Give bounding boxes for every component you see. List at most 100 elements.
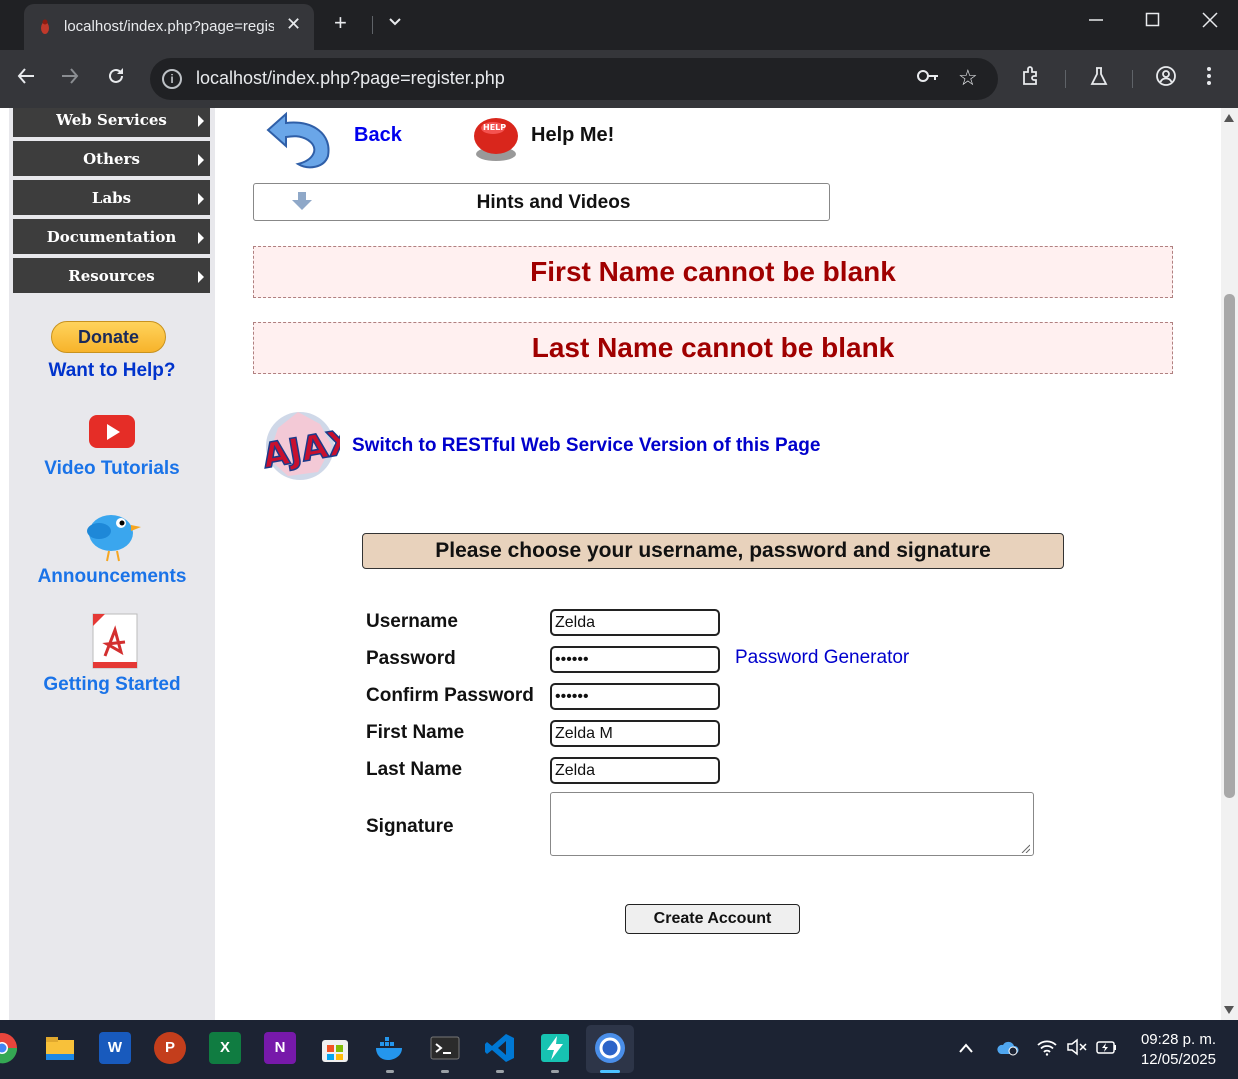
- windows-taskbar: W P X N 09:28 p. m. 12/05/2025: [0, 1020, 1238, 1079]
- menu-item-label: Others: [83, 150, 140, 168]
- excel-icon[interactable]: X: [209, 1032, 241, 1064]
- app-running-indicator: [551, 1070, 559, 1073]
- tab-title: localhost/index.php?page=register.php: [64, 18, 274, 35]
- extensions-puzzle-icon[interactable]: [1020, 65, 1042, 93]
- pdf-document-icon[interactable]: [85, 612, 141, 672]
- svg-text:HELP: HELP: [483, 123, 506, 132]
- battery-charging-icon[interactable]: [1096, 1038, 1118, 1061]
- menu-item-resources[interactable]: Resources: [13, 258, 210, 295]
- wifi-icon[interactable]: [1036, 1038, 1058, 1061]
- scroll-up-arrow-icon[interactable]: [1224, 114, 1234, 122]
- thunder-app-icon[interactable]: [539, 1032, 571, 1064]
- bookmark-star-icon[interactable]: ☆: [958, 65, 978, 91]
- browser-tab[interactable]: localhost/index.php?page=register.php ✕: [24, 4, 314, 50]
- restful-version-link[interactable]: Switch to RESTful Web Service Version of…: [352, 435, 820, 457]
- sidebar: Web Services Others Labs Documentation R…: [9, 108, 215, 1020]
- app-running-indicator: [441, 1070, 449, 1073]
- new-tab-icon[interactable]: +: [334, 10, 347, 36]
- clock-date: 12/05/2025: [1140, 1051, 1216, 1068]
- maximize-icon[interactable]: [1145, 12, 1161, 33]
- tab-close-icon[interactable]: ✕: [286, 14, 301, 35]
- scroll-thumb[interactable]: [1224, 294, 1235, 798]
- help-me-link[interactable]: Help Me!: [531, 124, 614, 147]
- getting-started-link[interactable]: Getting Started: [9, 674, 215, 696]
- volume-muted-icon[interactable]: [1066, 1038, 1088, 1061]
- minimize-icon[interactable]: [1088, 12, 1104, 33]
- onedrive-cloud-icon[interactable]: [996, 1038, 1020, 1061]
- toolbar-separator: [1065, 70, 1066, 88]
- signature-textarea[interactable]: [550, 792, 1034, 856]
- system-clock[interactable]: 09:28 p. m. 12/05/2025: [1130, 1030, 1216, 1070]
- tab-search-chevron-icon[interactable]: [388, 14, 402, 30]
- onenote-icon[interactable]: N: [264, 1032, 296, 1064]
- forward-arrow-icon[interactable]: [60, 66, 80, 92]
- page-viewport: Web Services Others Labs Documentation R…: [0, 108, 1221, 1020]
- address-bar[interactable]: i localhost/index.php?page=register.php …: [150, 58, 998, 100]
- create-account-button[interactable]: Create Account: [625, 904, 800, 934]
- profile-avatar-icon[interactable]: [1155, 65, 1177, 93]
- error-last-name: Last Name cannot be blank: [253, 322, 1173, 374]
- app-running-indicator: [496, 1070, 504, 1073]
- reload-icon[interactable]: [106, 66, 126, 92]
- video-tutorials-link[interactable]: Video Tutorials: [9, 458, 215, 480]
- clock-time: 09:28 p. m.: [1140, 1031, 1216, 1048]
- first-name-label: First Name: [366, 722, 465, 743]
- donate-button[interactable]: Donate: [51, 321, 166, 353]
- help-button-icon[interactable]: HELP: [469, 110, 523, 164]
- menu-arrow-icon: [198, 271, 204, 283]
- hints-and-videos-toggle[interactable]: Hints and Videos: [253, 183, 830, 221]
- scroll-down-arrow-icon[interactable]: [1224, 1006, 1234, 1014]
- window-close-icon[interactable]: [1202, 12, 1218, 33]
- terminal-icon[interactable]: [429, 1032, 461, 1064]
- menu-arrow-icon: [198, 154, 204, 166]
- powerpoint-icon[interactable]: P: [154, 1032, 186, 1064]
- resize-grip-icon[interactable]: [1020, 843, 1030, 853]
- toolbar-separator-2: [1132, 70, 1133, 88]
- browser-menu-icon[interactable]: [1206, 65, 1212, 93]
- word-icon[interactable]: W: [99, 1032, 131, 1064]
- site-info-icon[interactable]: i: [162, 69, 182, 89]
- page-scrollbar[interactable]: [1221, 108, 1238, 1020]
- twitter-bird-icon[interactable]: [81, 503, 143, 565]
- tab-separator: [372, 16, 373, 34]
- hints-label: Hints and Videos: [476, 192, 631, 213]
- username-input[interactable]: [550, 609, 720, 636]
- menu-item-others[interactable]: Others: [13, 141, 210, 178]
- app-active-indicator: [600, 1070, 620, 1073]
- store-icon[interactable]: [319, 1032, 351, 1064]
- menu-item-documentation[interactable]: Documentation: [13, 219, 210, 256]
- last-name-input[interactable]: [550, 757, 720, 784]
- labs-flask-icon[interactable]: [1088, 65, 1110, 93]
- back-arrow-image-icon[interactable]: [258, 108, 338, 170]
- app-running-indicator: [386, 1070, 394, 1073]
- username-label: Username: [366, 611, 458, 632]
- menu-arrow-icon: [198, 115, 204, 127]
- ajax-logo-icon[interactable]: AJAX: [258, 408, 340, 482]
- menu-item-label: Resources: [68, 267, 155, 285]
- menu-item-labs[interactable]: Labs: [13, 180, 210, 217]
- menu-item-label: Labs: [91, 189, 132, 207]
- chrome-icon[interactable]: [0, 1032, 18, 1064]
- announcements-link[interactable]: Announcements: [9, 566, 215, 588]
- confirm-password-input[interactable]: [550, 683, 720, 710]
- url-text[interactable]: localhost/index.php?page=register.php: [196, 68, 505, 89]
- want-to-help-link[interactable]: Want to Help?: [9, 360, 215, 382]
- form-header: Please choose your username, password an…: [362, 533, 1064, 569]
- menu-item-label: Documentation: [46, 228, 177, 246]
- docker-icon[interactable]: [374, 1032, 406, 1064]
- tab-bar: localhost/index.php?page=register.php ✕ …: [0, 0, 1238, 50]
- password-key-icon[interactable]: [916, 67, 940, 90]
- tray-overflow-chevron-icon[interactable]: [958, 1038, 974, 1059]
- error-first-name: First Name cannot be blank: [253, 246, 1173, 298]
- password-generator-link[interactable]: Password Generator: [735, 647, 909, 669]
- password-input[interactable]: [550, 646, 720, 673]
- back-link[interactable]: Back: [354, 124, 402, 147]
- file-explorer-icon[interactable]: [44, 1032, 76, 1064]
- chromium-icon[interactable]: [594, 1032, 626, 1064]
- menu-item-web-services[interactable]: Web Services: [13, 108, 210, 139]
- vscode-icon[interactable]: [484, 1032, 516, 1064]
- first-name-input[interactable]: [550, 720, 720, 747]
- youtube-icon[interactable]: [89, 415, 135, 448]
- back-arrow-icon[interactable]: [16, 66, 36, 92]
- browser-toolbar: i localhost/index.php?page=register.php …: [0, 50, 1238, 108]
